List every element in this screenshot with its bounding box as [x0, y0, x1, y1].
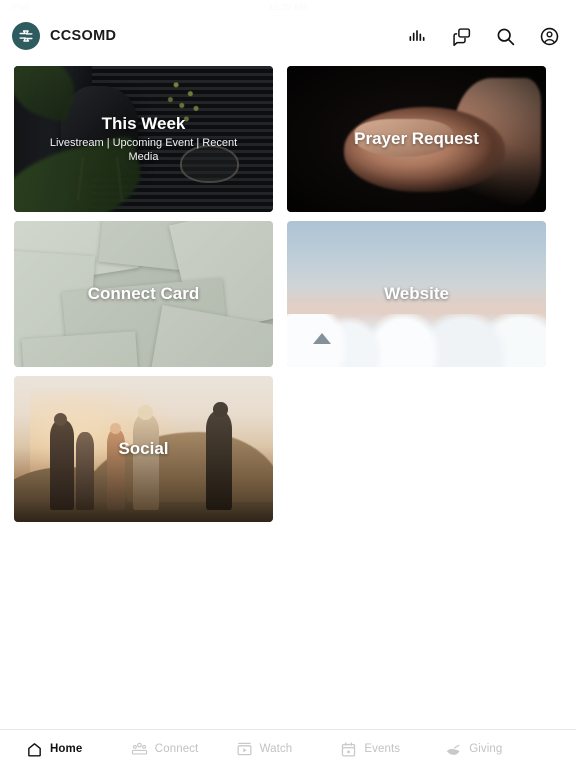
main-content: This Week Livestream | Upcoming Event | …	[0, 58, 576, 729]
header-actions	[406, 25, 560, 47]
status-bar: iPad 11:39 AM	[0, 0, 576, 14]
status-time: 11:39 AM	[268, 2, 308, 12]
tile-grid: This Week Livestream | Upcoming Event | …	[14, 66, 562, 522]
tile-this-week[interactable]: This Week Livestream | Upcoming Event | …	[14, 66, 273, 212]
tab-label: Watch	[259, 743, 293, 755]
tile-connect-card[interactable]: Connect Card	[14, 221, 273, 367]
tile-website[interactable]: Website	[287, 221, 546, 367]
brand-name: CCSOMD	[50, 28, 117, 44]
calendar-icon	[340, 741, 357, 758]
tab-connect[interactable]: Connect	[131, 741, 236, 758]
tile-title: This Week	[101, 113, 186, 133]
tile-prayer-request[interactable]: Prayer Request	[287, 66, 546, 212]
tile-social[interactable]: Social	[14, 376, 273, 522]
video-icon	[236, 741, 253, 758]
home-icon	[26, 741, 43, 758]
tab-watch[interactable]: Watch	[236, 741, 341, 758]
tab-label: Home	[50, 743, 83, 755]
app-header: CCSOMD	[0, 14, 576, 58]
tab-label: Giving	[469, 743, 503, 755]
tile-title: Website	[384, 283, 449, 303]
account-circle-icon[interactable]	[538, 25, 560, 47]
tab-label: Connect	[154, 743, 199, 755]
search-icon[interactable]	[494, 25, 516, 47]
people-icon	[131, 741, 148, 758]
tab-events[interactable]: Events	[340, 741, 445, 758]
church-circle-logo-icon	[12, 22, 40, 50]
brand[interactable]: CCSOMD	[12, 22, 116, 50]
equalizer-icon[interactable]	[406, 25, 428, 47]
tile-subtitle: Livestream | Upcoming Event | Recent Med…	[49, 136, 238, 163]
tile-title: Prayer Request	[354, 128, 479, 148]
chat-bubbles-icon[interactable]	[450, 25, 472, 47]
tab-giving[interactable]: Giving	[445, 741, 550, 758]
bottom-tab-bar: Home Connect Watch Events Giving	[0, 729, 576, 768]
tile-title: Connect Card	[87, 283, 200, 303]
app-root: iPad 11:39 AM CCSOMD This Week Livestrea…	[0, 0, 576, 768]
giving-hand-icon	[445, 741, 462, 758]
tab-home[interactable]: Home	[26, 741, 131, 758]
tab-label: Events	[364, 743, 401, 755]
tile-title: Social	[118, 438, 169, 458]
